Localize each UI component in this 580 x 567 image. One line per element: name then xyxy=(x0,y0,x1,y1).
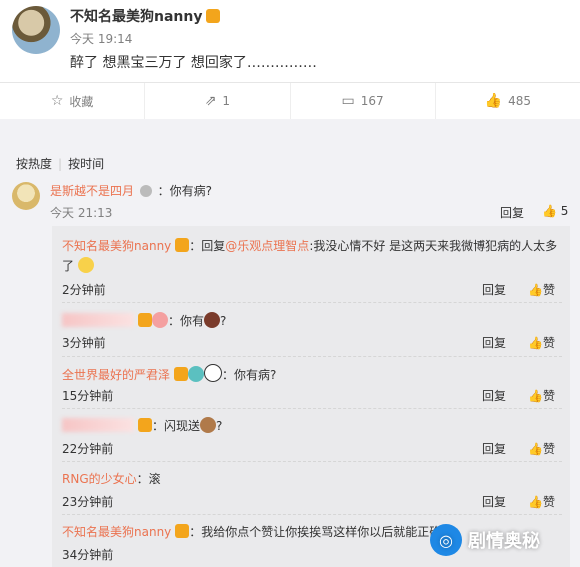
comment-like-count: 5 xyxy=(560,204,569,218)
like-button[interactable]: 👍赞 xyxy=(528,281,555,298)
reply-time: 22分钟前 xyxy=(62,442,114,456)
emoji-icon xyxy=(204,312,221,328)
reply-text: ：你有 xyxy=(168,314,205,328)
panda-icon xyxy=(204,364,223,382)
like-label: 赞 xyxy=(542,495,555,509)
sort-tabs: 按热度 | 按时间 xyxy=(10,155,110,172)
vip-badge-icon xyxy=(175,524,190,538)
post-actions: ☆ 收藏 ⇗ 1 ▭ 167 👍 485 xyxy=(0,82,580,120)
reply-item: RNG的少女心：滚 xyxy=(62,470,161,487)
comment-like-button[interactable]: 👍 5 xyxy=(542,204,568,218)
like-label: 赞 xyxy=(542,389,555,403)
blurred-username xyxy=(62,418,134,432)
like-label: 赞 xyxy=(542,336,555,350)
share-icon: ⇗ xyxy=(204,93,217,109)
divider xyxy=(62,408,562,410)
reply-button[interactable]: 回复 xyxy=(482,334,506,351)
reply-text-suffix: ? xyxy=(216,419,223,433)
like-button[interactable]: 👍 485 xyxy=(436,83,580,119)
reply-time: 15分钟前 xyxy=(62,389,114,403)
comment-line: 是斯越不是四月 ：你有病? xyxy=(50,182,212,199)
thumbs-up-icon: 👍 xyxy=(528,442,543,456)
reply-item: 全世界最好的严君泽 ：你有病? xyxy=(62,364,276,383)
weibo-post: 不知名最美狗nanny 今天 19:14 醉了 想黑宝三万了 想回家了…………… xyxy=(0,0,580,82)
thumbs-up-icon: 👍 xyxy=(528,283,543,297)
vip-badge-icon xyxy=(138,418,152,432)
vip-badge-icon xyxy=(206,9,221,23)
reply-time: 2分钟前 xyxy=(62,283,106,297)
share-button[interactable]: ⇗ 1 xyxy=(145,83,291,119)
reply-button[interactable]: 回复 xyxy=(500,204,524,221)
divider xyxy=(62,514,562,516)
reply-user[interactable]: RNG的少女心 xyxy=(62,472,137,486)
comment-time: 今天 21:13 xyxy=(50,206,113,220)
reply-prefix: ：回复 xyxy=(189,239,226,253)
like-button[interactable]: 👍赞 xyxy=(528,440,555,457)
like-button[interactable]: 👍赞 xyxy=(528,493,555,510)
star-icon: ☆ xyxy=(50,93,64,109)
reply-button[interactable]: 回复 xyxy=(482,387,506,404)
divider xyxy=(62,302,562,304)
reply-text: ：闪现送 xyxy=(152,419,201,433)
reply-user[interactable]: 全世界最好的严君泽 xyxy=(62,368,170,382)
reply-item: ：你有? xyxy=(62,312,226,329)
post-text: 醉了 想黑宝三万了 想回家了…………… xyxy=(70,55,317,71)
thumbs-up-icon: 👍 xyxy=(528,336,543,350)
vip-badge-icon xyxy=(174,367,189,381)
avatar[interactable] xyxy=(12,182,40,210)
post-time: 今天 19:14 xyxy=(70,32,133,46)
reply-text: ：滚 xyxy=(136,472,161,486)
divider xyxy=(62,461,562,463)
emoji-icon xyxy=(188,366,205,382)
comment-user[interactable]: 是斯越不是四月 xyxy=(50,184,134,198)
smile-emoji-icon xyxy=(77,257,94,273)
comment: 是斯越不是四月 ：你有病? 今天 21:13 回复 👍 5 xyxy=(8,178,580,228)
blurred-username xyxy=(62,313,134,327)
like-label: 赞 xyxy=(542,442,555,456)
reply-user[interactable]: 不知名最美狗nanny xyxy=(62,525,171,539)
reply-item: 不知名最美狗nanny ：回复@乐观点理智点:我没心情不好 是这两天来我微博犯病的… xyxy=(62,236,558,276)
thumbs-up-icon: 👍 xyxy=(528,495,543,509)
post-username[interactable]: 不知名最美狗nanny xyxy=(70,6,221,26)
reply-text-suffix: ? xyxy=(220,314,227,328)
tab-hot[interactable]: 按热度 xyxy=(10,157,58,171)
comment-icon: ▭ xyxy=(341,93,355,109)
thumbs-up-icon: 👍 xyxy=(542,204,557,218)
emoji-icon xyxy=(152,312,168,328)
divider xyxy=(62,356,562,358)
like-count: 485 xyxy=(508,94,532,108)
vip-badge-icon xyxy=(175,238,190,252)
thumbs-up-icon: 👍 xyxy=(484,93,503,109)
comment-count: 167 xyxy=(360,94,384,108)
comment-button[interactable]: ▭ 167 xyxy=(291,83,436,119)
thumbs-up-icon: 👍 xyxy=(528,389,543,403)
share-count: 1 xyxy=(222,94,231,108)
like-label: 赞 xyxy=(542,283,555,297)
watermark: ◎ 剧情奥秘 xyxy=(430,520,540,560)
favorite-label: 收藏 xyxy=(69,94,94,109)
reply-button[interactable]: 回复 xyxy=(482,440,506,457)
watermark-logo-icon: ◎ xyxy=(430,524,462,556)
username-text[interactable]: 不知名最美狗nanny xyxy=(70,9,202,25)
reply-item: ：闪现送? xyxy=(62,417,222,434)
favorite-button[interactable]: ☆ 收藏 xyxy=(0,83,146,119)
reply-user[interactable]: 不知名最美狗nanny xyxy=(62,239,171,253)
watermark-text: 剧情奥秘 xyxy=(468,531,540,552)
tab-time[interactable]: 按时间 xyxy=(62,157,110,171)
reply-text: ：我给你点个赞让你挨挨骂这样你以后就能正确 xyxy=(189,525,442,539)
comment-text: ：你有病? xyxy=(157,184,213,198)
emoji-icon xyxy=(200,417,217,433)
like-button[interactable]: 👍赞 xyxy=(528,334,555,351)
mention-link[interactable]: @乐观点理智点 xyxy=(225,239,309,253)
reply-time: 3分钟前 xyxy=(62,336,106,350)
reply-button[interactable]: 回复 xyxy=(482,493,506,510)
reply-text: ：你有病? xyxy=(222,368,277,382)
vip-badge-icon xyxy=(138,313,152,327)
reply-button[interactable]: 回复 xyxy=(482,281,506,298)
reply-time: 23分钟前 xyxy=(62,495,114,509)
avatar[interactable] xyxy=(12,6,60,54)
like-button[interactable]: 👍赞 xyxy=(528,387,555,404)
reply-time: 34分钟前 xyxy=(62,548,114,562)
silver-medal-icon xyxy=(139,185,152,197)
